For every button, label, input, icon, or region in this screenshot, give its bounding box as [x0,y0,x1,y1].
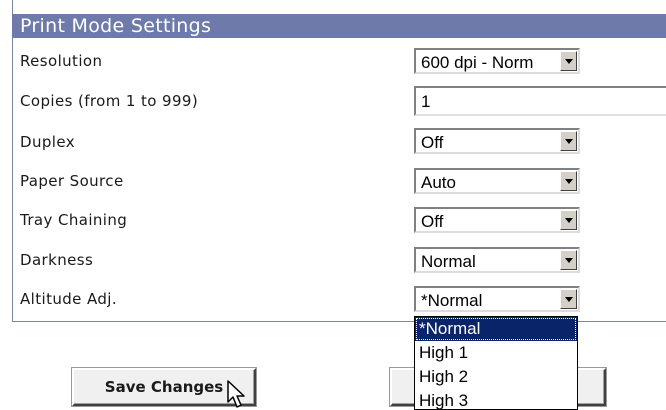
arrow-cursor-icon [227,380,245,408]
altitude-select[interactable]: *Normal [414,286,580,312]
duplex-value: Off [421,133,444,152]
resolution-select[interactable]: 600 dpi - Norm [414,48,580,74]
dropdown-arrow-icon[interactable] [560,131,577,151]
tray-chaining-label: Tray Chaining [20,211,128,229]
copies-value: 1 [421,92,431,111]
darkness-label: Darkness [20,251,94,269]
page-title: Print Mode Settings [12,14,666,38]
dropdown-option[interactable]: *Normal [415,317,577,341]
paper-source-value: Auto [421,173,456,192]
tray-chaining-select[interactable]: Off [414,207,580,233]
dropdown-option[interactable]: High 3 [415,389,577,409]
dropdown-option[interactable]: High 1 [415,341,577,365]
tray-chaining-value: Off [421,212,444,231]
duplex-label: Duplex [20,133,75,151]
altitude-dropdown-list[interactable]: *Normal High 1 High 2 High 3 [414,316,578,410]
altitude-label: Altitude Adj. [20,290,118,308]
duplex-select[interactable]: Off [414,128,580,154]
dropdown-arrow-icon[interactable] [560,210,577,230]
dropdown-arrow-icon[interactable] [560,171,577,191]
dropdown-arrow-icon[interactable] [560,51,577,71]
paper-source-label: Paper Source [20,172,124,190]
darkness-select[interactable]: Normal [414,247,580,273]
paper-source-select[interactable]: Auto [414,168,580,194]
dropdown-option[interactable]: High 2 [415,365,577,389]
dropdown-arrow-icon[interactable] [560,250,577,270]
dropdown-arrow-icon[interactable] [560,289,577,309]
copies-label: Copies (from 1 to 999) [20,92,199,110]
darkness-value: Normal [421,252,476,271]
copies-input[interactable]: 1 [414,86,666,116]
resolution-label: Resolution [20,52,103,70]
resolution-value: 600 dpi - Norm [421,53,534,72]
altitude-value: *Normal [421,291,483,310]
